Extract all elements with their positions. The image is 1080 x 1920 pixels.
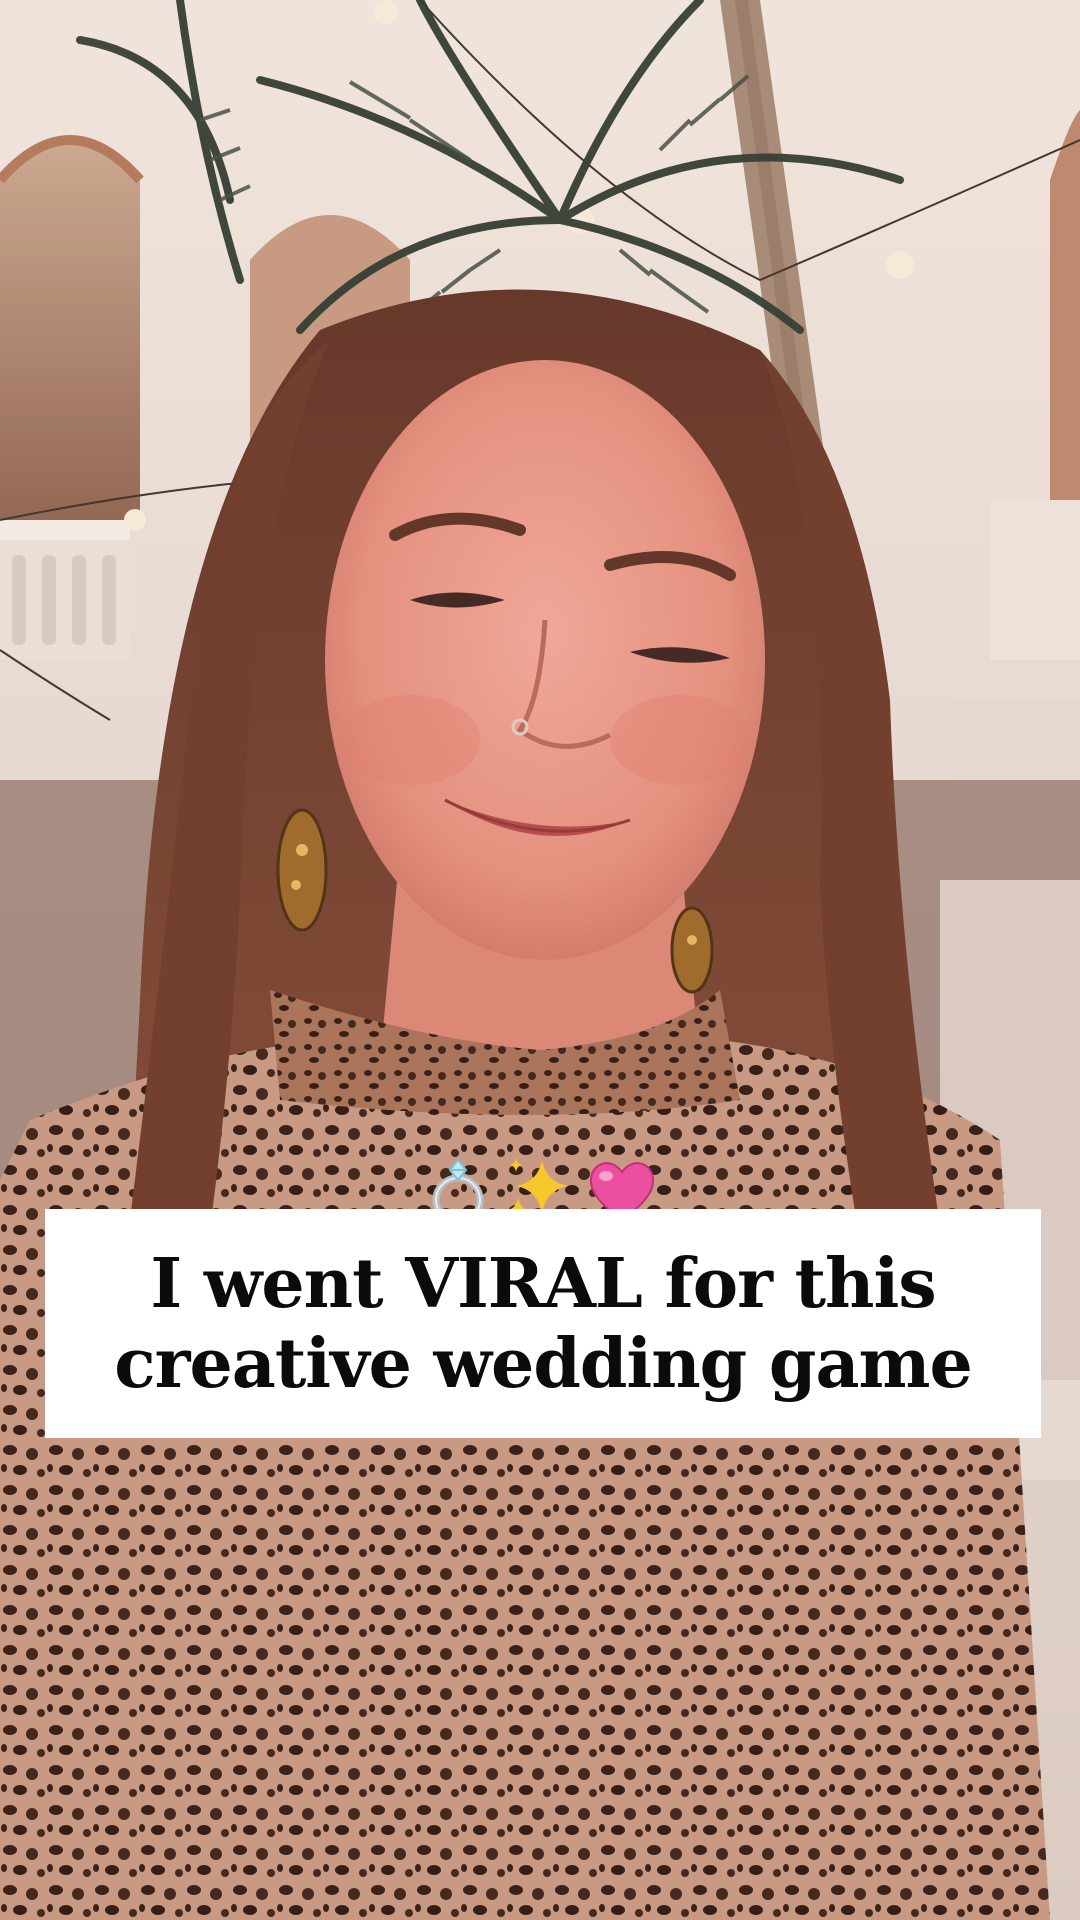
caption-line-2: creative wedding game (114, 1323, 972, 1404)
caption-box: I went VIRAL for this creative wedding g… (45, 1209, 1041, 1438)
caption-line-1: I went VIRAL for this (150, 1243, 936, 1324)
video-frame: I went VIRAL for this creative wedding g… (0, 0, 1080, 1920)
selfie-photo (0, 0, 1080, 1920)
